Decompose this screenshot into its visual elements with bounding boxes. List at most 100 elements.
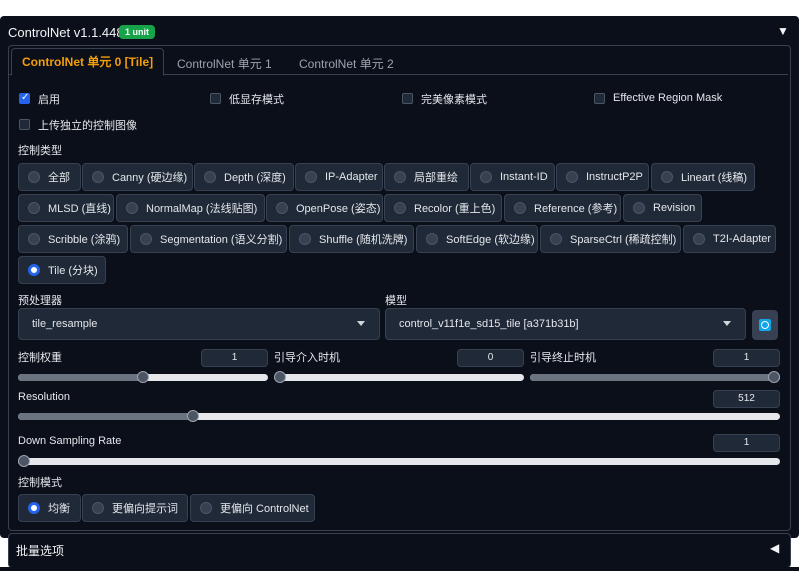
end-step-slider[interactable] <box>530 371 780 383</box>
control-type-label-text: SoftEdge (软边缘) <box>446 234 535 246</box>
radio-dot <box>200 502 212 514</box>
control-type-revision[interactable]: Revision <box>623 194 702 222</box>
model-value: control_v11f1e_sd15_tile [a371b31b] <box>399 318 579 330</box>
control-mode-controlnet[interactable]: 更偏向 ControlNet <box>190 494 315 522</box>
radio-dot <box>28 233 40 245</box>
control-mode-prompt[interactable]: 更偏向提示词 <box>82 494 188 522</box>
radio-dot <box>28 202 40 214</box>
tab-unit-0[interactable]: ControlNet 单元 0 [Tile] <box>11 48 165 76</box>
low-vram-label: 低显存模式 <box>229 94 284 106</box>
refresh-models-button[interactable] <box>752 310 778 340</box>
slider-thumb[interactable] <box>18 455 30 467</box>
control-type-depth[interactable]: Depth (深度) <box>194 163 294 191</box>
resolution-label: Resolution <box>18 391 70 403</box>
control-weight-label: 控制权重 <box>18 352 62 364</box>
effective-region-mask-checkbox[interactable] <box>594 93 605 104</box>
end-step-label: 引导终止时机 <box>530 352 596 364</box>
control-type-lineart[interactable]: Lineart (线稿) <box>651 163 755 191</box>
control-mode-balanced[interactable]: 均衡 <box>18 494 81 522</box>
expand-triangle-icon[interactable]: ◀ <box>770 541 779 555</box>
slider-thumb[interactable] <box>137 371 149 383</box>
control-type-instructp2p[interactable]: InstructP2P <box>556 163 649 191</box>
tab-unit-1[interactable]: ControlNet 单元 1 <box>177 55 272 72</box>
enable-label: 启用 <box>38 94 60 106</box>
pixel-perfect-checkbox[interactable] <box>402 93 413 104</box>
panel-bottom-bar <box>0 567 799 571</box>
enable-checkbox[interactable] <box>19 92 30 104</box>
control-type-label-text: MLSD (直线) <box>48 203 111 215</box>
control-type-openpose[interactable]: OpenPose (姿态) <box>266 194 383 222</box>
control-type-reference[interactable]: Reference (参考) <box>504 194 621 222</box>
radio-dot <box>661 171 673 183</box>
preprocessor-value: tile_resample <box>32 318 98 330</box>
control-type-label-text: Recolor (重上色) <box>414 203 496 215</box>
control-type-label-text: T2I-Adapter <box>713 233 772 245</box>
batch-options-accordion[interactable] <box>8 533 791 568</box>
resolution-slider[interactable] <box>18 410 780 422</box>
control-type-mlsd[interactable]: MLSD (直线) <box>18 194 114 222</box>
slider-thumb[interactable] <box>274 371 286 383</box>
control-type-segmentation[interactable]: Segmentation (语义分割) <box>130 225 287 253</box>
down-sampling-input[interactable]: 1 <box>713 434 780 452</box>
accordion-title[interactable]: ControlNet v1.1.448 <box>8 25 124 40</box>
radio-dot <box>394 202 406 214</box>
start-step-slider[interactable] <box>274 371 524 383</box>
control-type-label-text: Shuffle (随机洗牌) <box>319 234 408 246</box>
preprocessor-label: 预处理器 <box>18 295 62 307</box>
model-dropdown[interactable]: control_v11f1e_sd15_tile [a371b31b] <box>385 308 746 340</box>
control-mode-option-text: 更偏向 ControlNet <box>220 503 309 515</box>
effective-region-mask-label: Effective Region Mask <box>613 92 723 104</box>
slider-fill <box>18 413 194 420</box>
preprocessor-dropdown[interactable]: tile_resample <box>18 308 380 340</box>
control-type-normalmap[interactable]: NormalMap (法线贴图) <box>116 194 265 222</box>
end-step-input[interactable]: 1 <box>713 349 780 367</box>
control-type-instant-id[interactable]: Instant-ID <box>470 163 555 191</box>
control-type-label-text: Revision <box>653 202 696 214</box>
control-type-ip-adapter[interactable]: IP-Adapter <box>295 163 383 191</box>
control-type-label-text: SparseCtrl (稀疏控制) <box>570 234 677 246</box>
control-type-label-text: Lineart (线稿) <box>681 172 748 184</box>
tab-unit-2[interactable]: ControlNet 单元 2 <box>299 55 394 72</box>
radio-dot <box>480 171 492 183</box>
control-type-inpaint[interactable]: 局部重绘 <box>384 163 469 191</box>
resolution-input[interactable]: 512 <box>713 390 780 408</box>
control-weight-slider[interactable] <box>18 371 268 383</box>
control-type-label-text: Tile (分块) <box>48 265 98 277</box>
start-step-input[interactable]: 0 <box>457 349 524 367</box>
collapse-triangle-icon[interactable]: ▼ <box>777 24 789 38</box>
control-type-recolor[interactable]: Recolor (重上色) <box>384 194 502 222</box>
control-mode-option-text: 更偏向提示词 <box>112 503 178 515</box>
slider-thumb[interactable] <box>768 371 780 383</box>
control-type-t2i-adapter[interactable]: T2I-Adapter <box>683 225 776 253</box>
radio-dot <box>204 171 216 183</box>
low-vram-checkbox[interactable] <box>210 93 221 104</box>
radio-dot <box>28 264 40 276</box>
control-type-label-text: Reference (参考) <box>534 203 618 215</box>
control-type-all[interactable]: 全部 <box>18 163 81 191</box>
chevron-down-icon <box>357 321 365 326</box>
control-type-label-text: Depth (深度) <box>224 172 286 184</box>
slider-fill <box>530 374 774 381</box>
control-type-tile[interactable]: Tile (分块) <box>18 256 106 284</box>
control-type-label-text: Scribble (涂鸦) <box>48 234 121 246</box>
control-type-canny[interactable]: Canny (硬边缘) <box>82 163 193 191</box>
control-type-shuffle[interactable]: Shuffle (随机洗牌) <box>289 225 414 253</box>
control-weight-input[interactable]: 1 <box>201 349 268 367</box>
down-sampling-slider[interactable] <box>18 455 780 467</box>
control-type-softedge[interactable]: SoftEdge (软边缘) <box>416 225 538 253</box>
control-type-sparsectrl[interactable]: SparseCtrl (稀疏控制) <box>540 225 681 253</box>
control-mode-label: 控制模式 <box>18 477 62 489</box>
radio-dot <box>28 171 40 183</box>
upload-independent-image-label: 上传独立的控制图像 <box>38 120 137 132</box>
radio-dot <box>566 171 578 183</box>
control-type-label-text: 局部重绘 <box>414 172 458 184</box>
start-step-label: 引导介入时机 <box>274 352 340 364</box>
control-type-scribble[interactable]: Scribble (涂鸦) <box>18 225 128 253</box>
radio-dot <box>299 233 311 245</box>
model-label: 模型 <box>385 295 407 307</box>
radio-dot <box>92 171 104 183</box>
slider-fill <box>18 374 143 381</box>
control-type-label-text: Instant-ID <box>500 171 548 183</box>
refresh-icon <box>759 319 771 331</box>
upload-independent-image-checkbox[interactable] <box>19 119 30 130</box>
